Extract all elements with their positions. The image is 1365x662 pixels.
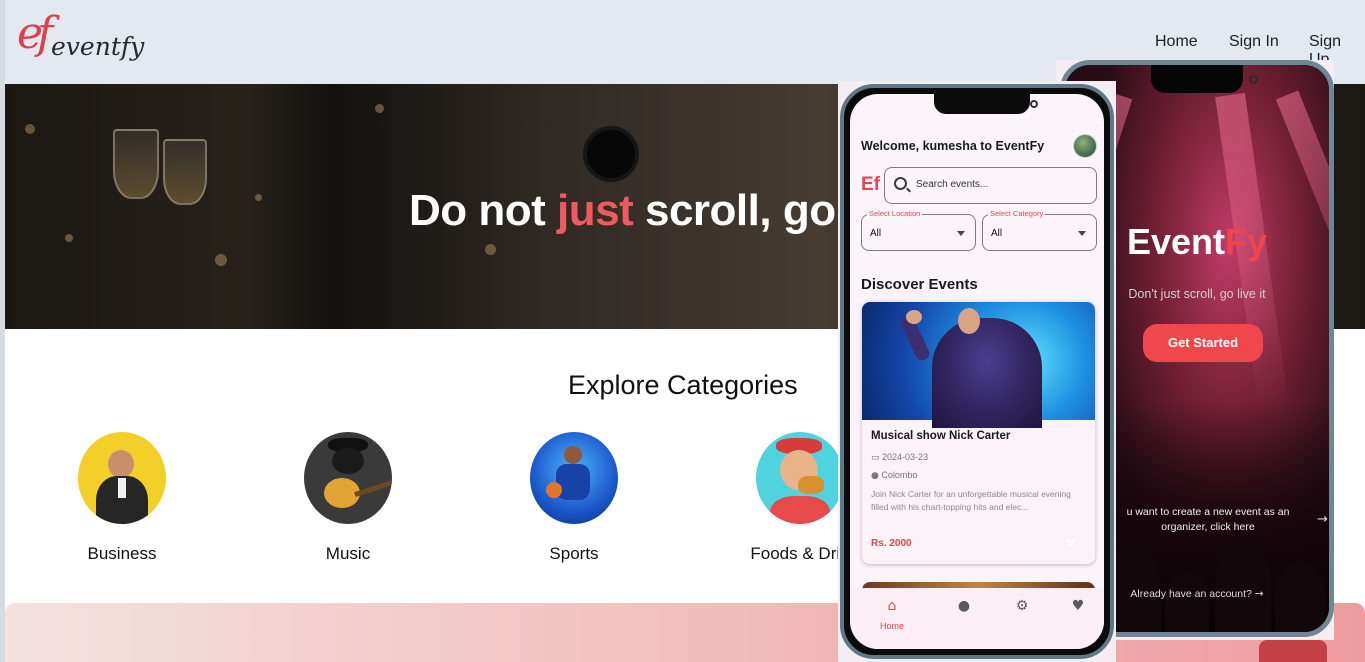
home-tab-label[interactable]: Home: [880, 621, 904, 631]
phone-notch: [1151, 65, 1258, 93]
event-title: Musical show Nick Carter: [871, 430, 1011, 442]
favorite-icon[interactable]: ♥: [1064, 536, 1077, 552]
brand-event: Event: [1126, 221, 1226, 262]
welcome-text: Welcome, kumesha to EventFy: [861, 139, 1045, 153]
hero-title: Do not just scroll, go: [409, 186, 836, 236]
nav-home-link[interactable]: Home: [1155, 33, 1198, 51]
brand-short-logo: Ef: [861, 174, 880, 195]
home-icon[interactable]: ⌂: [872, 598, 912, 614]
category-value: All: [991, 228, 1003, 239]
brand-fy: Fy: [1225, 221, 1268, 262]
page: ef eventfy Home Sign In Sign Up Do not j…: [0, 0, 1365, 662]
logo-wordmark: eventfy: [51, 32, 145, 61]
category-caption: Select Category: [988, 209, 1046, 218]
site-logo[interactable]: ef eventfy: [17, 8, 147, 76]
arrow-right-icon[interactable]: →: [1317, 512, 1328, 527]
category-label: Sports: [549, 544, 599, 563]
arrow-right-icon: →: [1254, 588, 1264, 600]
event-image: [862, 302, 1095, 428]
avatar[interactable]: [1073, 134, 1097, 158]
category-label: Music: [325, 544, 371, 563]
chevron-down-icon: [957, 231, 965, 236]
hero-title-accent: just: [557, 186, 634, 235]
location-value: All: [870, 228, 882, 239]
chevron-down-icon: [1078, 231, 1086, 236]
businessman-image: [78, 432, 166, 524]
already-account-text: Already have an account?: [1130, 588, 1252, 600]
settings-icon[interactable]: ⚙: [1002, 598, 1042, 614]
category-music[interactable]: Music: [248, 432, 448, 564]
event-card[interactable]: Musical show Nick Carter ▭ 2024-03-23 ● …: [862, 302, 1095, 564]
basketball-player-image: [530, 432, 618, 524]
event-location: ● Colombo: [871, 470, 917, 481]
hero-title-after: scroll, go: [633, 186, 836, 235]
footer-button[interactable]: [1259, 640, 1327, 662]
search-icon: [894, 177, 907, 190]
bottom-navigation: ⌂ Home ● ⚙ ♥: [850, 588, 1104, 649]
guitarist-image: [304, 432, 392, 524]
favorites-icon[interactable]: ♥: [1058, 598, 1098, 614]
location-dropdown[interactable]: Select Location All: [861, 209, 976, 251]
phone-app-mockup: Welcome, kumesha to EventFy Ef Search ev…: [840, 84, 1114, 659]
category-label: Business: [87, 544, 157, 563]
calendar-icon: ▭: [871, 453, 880, 463]
search-input[interactable]: Search events...: [884, 167, 1097, 204]
event-date: ▭ 2024-03-23: [871, 452, 928, 463]
phone-app-screen: Welcome, kumesha to EventFy Ef Search ev…: [850, 94, 1104, 649]
event-description: Join Nick Carter for an unforgettable mu…: [871, 489, 1071, 512]
woman-eating-image: [756, 432, 844, 524]
search-placeholder: Search events...: [916, 179, 989, 190]
event-date-text: 2024-03-23: [882, 452, 929, 462]
categories-heading: Explore Categories: [568, 370, 798, 400]
location-caption: Select Location: [867, 209, 923, 218]
hero-title-before: Do not: [409, 186, 558, 235]
category-sports[interactable]: Sports: [474, 432, 674, 564]
location-pin-icon: ●: [871, 471, 879, 481]
profile-icon[interactable]: ●: [944, 598, 984, 614]
category-business[interactable]: Business: [22, 432, 222, 564]
discover-events-heading: Discover Events: [861, 276, 978, 293]
event-location-text: Colombo: [881, 470, 918, 480]
organizer-link-text[interactable]: u want to create a new event as an organ…: [1113, 505, 1303, 535]
phone-notch: [934, 94, 1038, 114]
logo-mark: ef: [17, 8, 53, 59]
event-price: Rs. 2000: [871, 538, 912, 549]
category-dropdown[interactable]: Select Category All: [982, 209, 1097, 251]
nav-signin-link[interactable]: Sign In: [1229, 33, 1279, 51]
get-started-button[interactable]: Get Started: [1143, 324, 1263, 362]
